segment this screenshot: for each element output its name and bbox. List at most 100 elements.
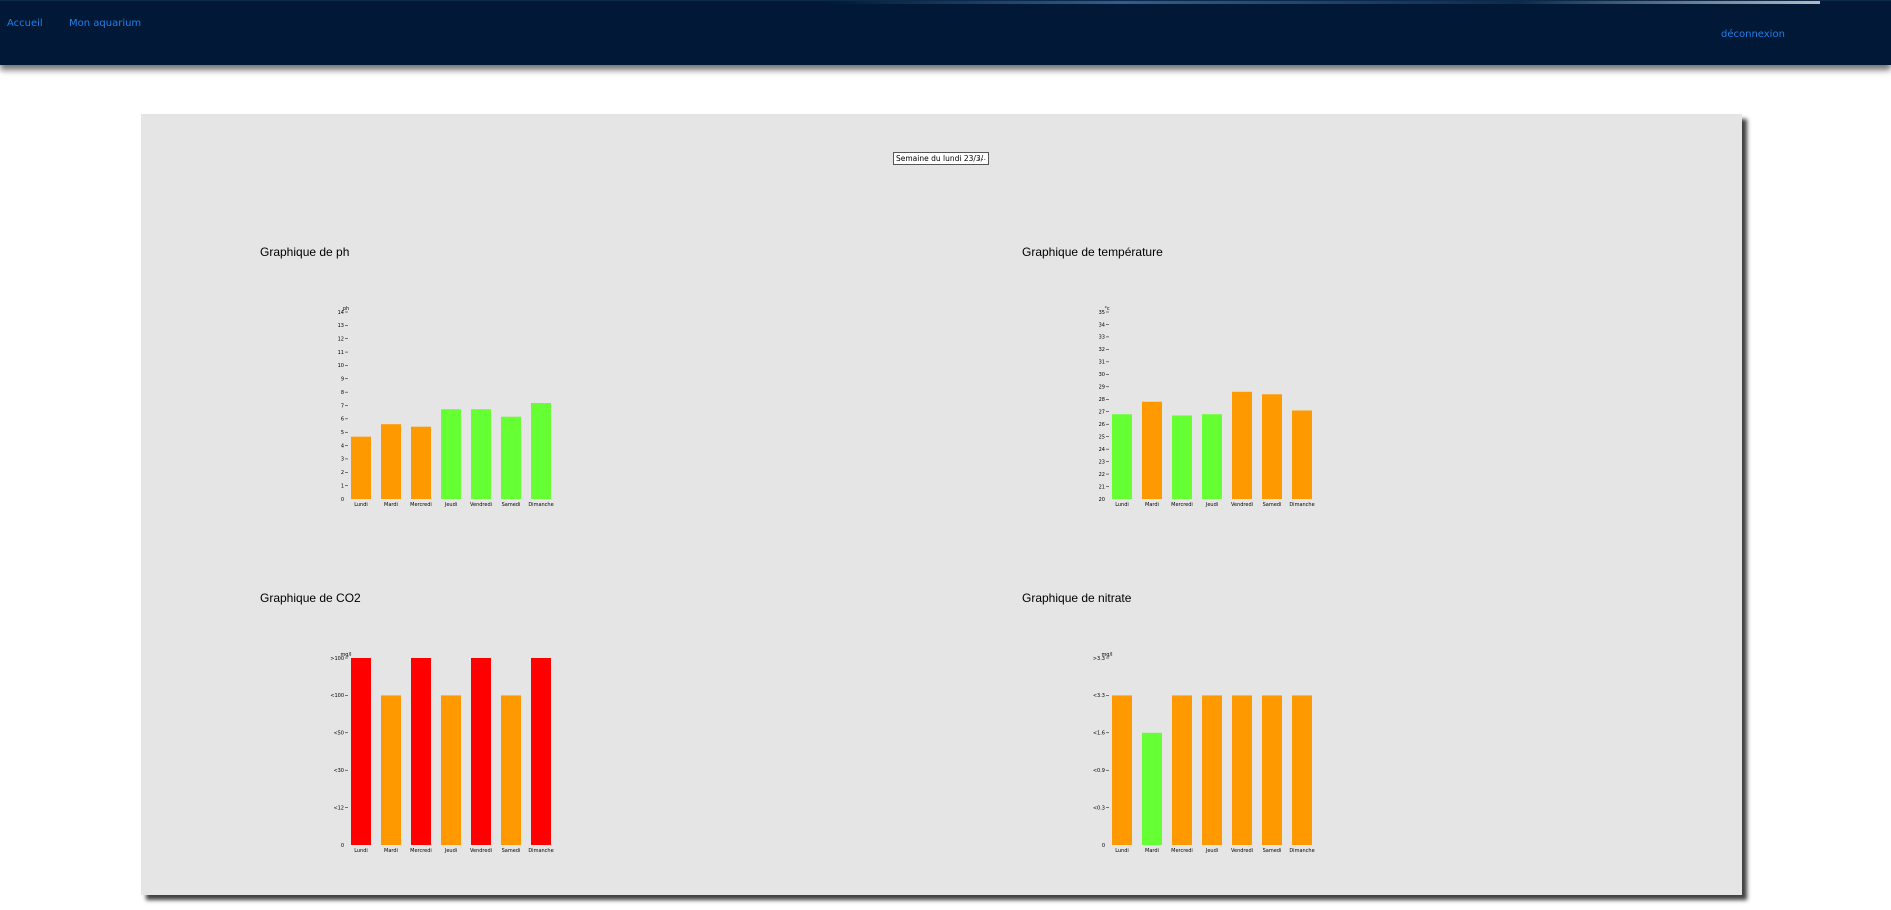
week-select[interactable]: Semaine du lundi 23/3/ . ..	[893, 152, 989, 165]
x-tick-label: Lundi	[354, 502, 368, 508]
x-tick-label: Mercredi	[410, 848, 432, 854]
y-tick-label: >3.3	[1093, 656, 1105, 662]
chart-title-co2: Graphique de CO2	[260, 591, 361, 605]
bar-lundi	[1112, 414, 1132, 499]
bar-lundi	[1112, 695, 1132, 845]
bar-dimanche	[1292, 695, 1312, 845]
y-tick-label: 4	[341, 443, 344, 449]
x-tick-label: Mercredi	[1171, 848, 1193, 854]
y-tick-label: 32	[1099, 347, 1105, 353]
bar-samedi	[501, 416, 521, 499]
y-tick-label: 3	[341, 457, 344, 463]
y-tick-label: <0.3	[1093, 805, 1105, 811]
chart-temperature: °c 20 21 22 23 24 25 26 27 28 29 30 31 32 33 34 35 Lundi M…	[1099, 306, 1315, 508]
dropdown-arrow-icon: . ..	[977, 154, 986, 162]
bar-samedi	[1262, 394, 1282, 499]
x-tick-label: Vendredi	[1231, 848, 1253, 854]
y-tick-label: 22	[1099, 472, 1105, 478]
y-tick-label: 30	[1099, 372, 1105, 378]
x-tick-label: Dimanche	[528, 502, 553, 508]
bar-vendredi	[1232, 695, 1252, 845]
bar-vendredi	[471, 658, 491, 845]
x-tick-label: Samedi	[1263, 502, 1282, 508]
chart-title-nitrate: Graphique de nitrate	[1022, 591, 1132, 605]
y-tick-label: 12	[338, 337, 344, 343]
y-tick-label: 6	[341, 417, 344, 423]
x-tick-label: Mardi	[1145, 502, 1159, 508]
bar-jeudi	[1202, 695, 1222, 845]
y-tick-label: 13	[338, 323, 344, 329]
x-tick-label: Mercredi	[1171, 502, 1193, 508]
bar-mercredi	[1172, 415, 1192, 499]
x-tick-label: Vendredi	[1231, 502, 1253, 508]
y-tick-label: <3.3	[1093, 693, 1105, 699]
bar-mercredi	[411, 658, 431, 845]
bar-samedi	[1262, 695, 1282, 845]
bar-dimanche	[1292, 410, 1312, 499]
chart-nitrate: mg/l0<0.3<0.9<1.6<3.3>3.3Lundi Mardi Mercr…	[1093, 652, 1315, 854]
y-tick-label: 34	[1099, 322, 1105, 328]
x-tick-label: Lundi	[354, 848, 368, 854]
x-tick-label: Samedi	[502, 502, 521, 508]
x-tick-label: Jeudi	[444, 502, 457, 508]
bar-jeudi	[1202, 414, 1222, 499]
y-tick-label: 10	[338, 363, 344, 369]
bar-mardi	[381, 695, 401, 845]
nav-link-home[interactable]: Accueil	[7, 18, 43, 29]
y-tick-label: 1	[341, 483, 344, 489]
bar-mardi	[381, 424, 401, 499]
y-tick-label: >100	[330, 656, 344, 662]
y-tick-label: 9	[341, 377, 344, 383]
y-tick-label: <12	[333, 805, 344, 811]
y-tick-label: 0	[341, 843, 344, 849]
y-tick-label: <30	[333, 768, 344, 774]
top-navigation-bar: Accueil Mon aquarium déconnexion	[0, 0, 1891, 65]
x-tick-label: Samedi	[502, 848, 521, 854]
y-tick-label: 27	[1099, 410, 1105, 416]
y-tick-label: 28	[1099, 397, 1105, 403]
y-axis-title: °c	[1104, 306, 1110, 312]
chart-ph: ph01234567891011121314Lundi Mardi Mercredi…	[338, 306, 554, 508]
y-tick-label: <0.9	[1093, 768, 1105, 774]
y-tick-label: 31	[1099, 360, 1105, 366]
bar-mardi	[1142, 401, 1162, 499]
y-tick-label: 21	[1099, 484, 1105, 490]
x-tick-label: Dimanche	[1289, 848, 1314, 854]
y-tick-label: 20	[1099, 497, 1105, 503]
x-tick-label: Mardi	[384, 502, 398, 508]
y-tick-label: 7	[341, 403, 344, 409]
bar-mercredi	[1172, 695, 1192, 845]
bar-samedi	[501, 695, 521, 845]
y-tick-label: 8	[341, 390, 344, 396]
x-tick-label: Vendredi	[470, 502, 492, 508]
logout-link[interactable]: déconnexion	[1721, 29, 1785, 40]
y-tick-label: 26	[1099, 422, 1105, 428]
bar-mercredi	[411, 426, 431, 499]
chart-title-ph: Graphique de ph	[260, 245, 350, 259]
y-tick-label: 23	[1099, 459, 1105, 465]
x-tick-label: Lundi	[1115, 502, 1129, 508]
y-tick-label: <1.6	[1093, 731, 1105, 737]
x-tick-label: Jeudi	[1205, 502, 1218, 508]
week-select-value: Semaine du lundi 23/3/	[896, 154, 984, 163]
y-tick-label: 0	[341, 497, 344, 503]
y-tick-label: 25	[1099, 434, 1105, 440]
chart-co2: mg/l0<12<30<50<100>100Lundi Mardi Mercredi…	[330, 652, 553, 854]
x-tick-label: Vendredi	[470, 848, 492, 854]
y-tick-label: 14	[338, 310, 344, 316]
x-tick-label: Samedi	[1263, 848, 1282, 854]
bar-vendredi	[1232, 391, 1252, 499]
y-tick-label: 33	[1099, 335, 1105, 341]
x-tick-label: Jeudi	[1205, 848, 1218, 854]
y-tick-label: 2	[341, 470, 344, 476]
nav-link-my-aquarium[interactable]: Mon aquarium	[69, 18, 141, 29]
y-tick-label: 29	[1099, 385, 1105, 391]
y-tick-label: 11	[338, 350, 344, 356]
x-tick-label: Jeudi	[444, 848, 457, 854]
bar-mardi	[1142, 732, 1162, 845]
y-tick-label: 0	[1102, 843, 1105, 849]
bar-lundi	[351, 658, 371, 845]
x-tick-label: Dimanche	[1289, 502, 1314, 508]
y-tick-label: 5	[341, 430, 344, 436]
header-decoration	[820, 1, 1820, 4]
